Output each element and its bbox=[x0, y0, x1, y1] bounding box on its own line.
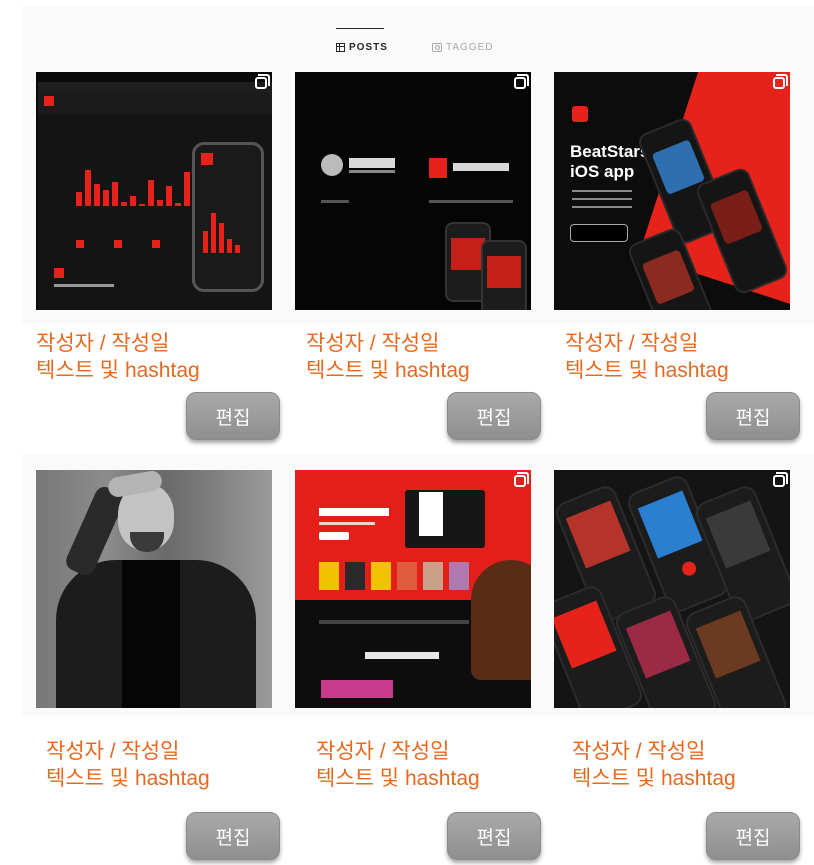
post-thumbnail-6[interactable] bbox=[554, 470, 790, 708]
post-author-date: 작성자 / 작성일 bbox=[46, 740, 180, 763]
edit-button[interactable]: 편집 bbox=[706, 392, 800, 440]
post-text-hashtag: 텍스트 및 hashtag bbox=[46, 767, 210, 790]
edit-button[interactable]: 편집 bbox=[447, 392, 541, 440]
profile-tabs: POSTS TAGGED bbox=[0, 0, 814, 70]
post-text-hashtag: 텍스트 및 hashtag bbox=[306, 359, 470, 382]
phone-mockup bbox=[192, 142, 264, 292]
post-thumbnail-3[interactable]: BeatStars iOS app bbox=[554, 72, 790, 310]
profile-grid: POSTS TAGGED 작성자 / 작성일 텍스트 및 hashtag 편집 … bbox=[0, 0, 814, 865]
post-author-date: 작성자 / 작성일 bbox=[565, 332, 699, 355]
tab-tagged[interactable]: TAGGED bbox=[432, 42, 493, 53]
edit-button[interactable]: 편집 bbox=[706, 812, 800, 860]
beat-kingdom-logo-icon bbox=[321, 154, 343, 176]
post-caption-3: 작성자 / 작성일 텍스트 및 hashtag bbox=[565, 330, 729, 384]
tag-icon bbox=[432, 43, 442, 52]
tab-posts[interactable]: POSTS bbox=[336, 42, 388, 53]
post-thumbnail-5[interactable] bbox=[295, 470, 531, 708]
edit-button[interactable]: 편집 bbox=[186, 392, 280, 440]
multiple-images-icon bbox=[514, 472, 529, 487]
post-text-hashtag: 텍스트 및 hashtag bbox=[316, 767, 480, 790]
multiple-images-icon bbox=[255, 74, 270, 89]
post-thumbnail-2[interactable] bbox=[295, 72, 531, 310]
edit-button[interactable]: 편집 bbox=[447, 812, 541, 860]
post-author-date: 작성자 / 작성일 bbox=[306, 332, 440, 355]
post-text-hashtag: 텍스트 및 hashtag bbox=[565, 359, 729, 382]
multiple-images-icon bbox=[773, 472, 788, 487]
post-author-date: 작성자 / 작성일 bbox=[572, 740, 706, 763]
multiple-images-icon bbox=[514, 74, 529, 89]
artist-thumbnails bbox=[319, 562, 469, 590]
tab-tagged-label: TAGGED bbox=[446, 42, 494, 53]
edit-button[interactable]: 편집 bbox=[186, 812, 280, 860]
beatstars-logo-icon bbox=[572, 106, 588, 122]
active-tab-indicator bbox=[336, 28, 384, 29]
beatstars-logo-icon bbox=[429, 158, 447, 178]
multiple-images-icon bbox=[773, 74, 788, 89]
beatstars-logo-icon bbox=[44, 96, 54, 106]
grid-icon bbox=[336, 43, 345, 52]
post-caption-6: 작성자 / 작성일 텍스트 및 hashtag bbox=[572, 738, 736, 792]
post-author-date: 작성자 / 작성일 bbox=[36, 332, 170, 355]
post-thumbnail-1[interactable] bbox=[36, 72, 272, 310]
app-store-badge bbox=[570, 224, 628, 242]
post-caption-1: 작성자 / 작성일 텍스트 및 hashtag bbox=[36, 330, 200, 384]
post-text-hashtag: 텍스트 및 hashtag bbox=[572, 767, 736, 790]
post-text-hashtag: 텍스트 및 hashtag bbox=[36, 359, 200, 382]
post-caption-2: 작성자 / 작성일 텍스트 및 hashtag bbox=[306, 330, 470, 384]
app-promo-title: BeatStars iOS app bbox=[570, 142, 650, 181]
tab-posts-label: POSTS bbox=[349, 42, 388, 53]
post-caption-4: 작성자 / 작성일 텍스트 및 hashtag bbox=[46, 738, 210, 792]
post-thumbnail-4[interactable] bbox=[36, 470, 272, 708]
post-caption-5: 작성자 / 작성일 텍스트 및 hashtag bbox=[316, 738, 480, 792]
post-author-date: 작성자 / 작성일 bbox=[316, 740, 450, 763]
dashboard-screenshot bbox=[38, 82, 272, 310]
